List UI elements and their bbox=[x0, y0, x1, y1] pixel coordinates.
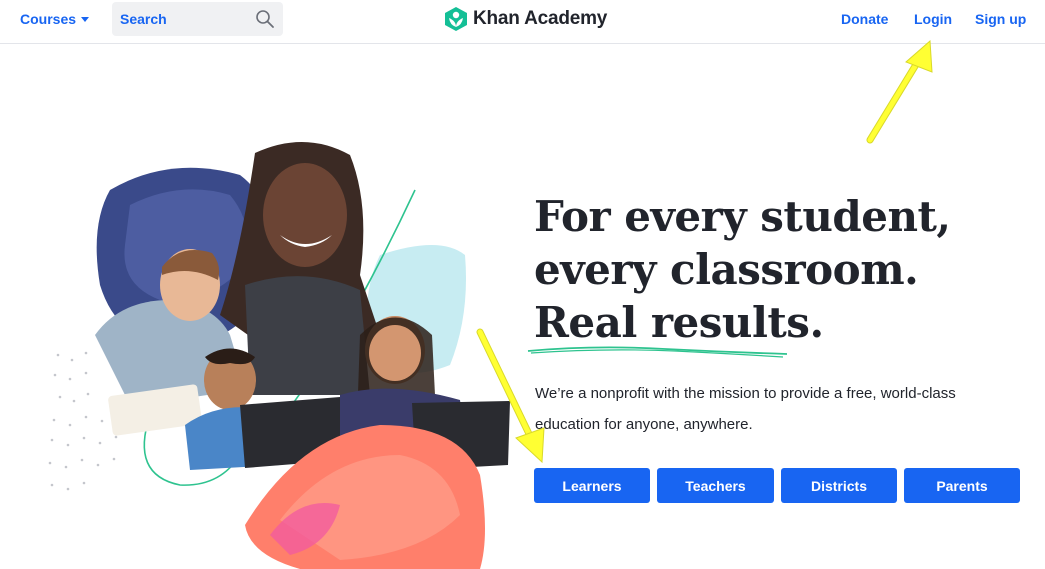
hero-heading-line: For every student, bbox=[534, 192, 951, 241]
hero-subtitle: We’re a nonprofit with the mission to pr… bbox=[535, 385, 956, 433]
brand-name: Khan Academy bbox=[473, 8, 608, 29]
search-input[interactable] bbox=[112, 2, 252, 36]
arrow-annotation-login bbox=[866, 39, 933, 144]
parents-button[interactable]: Parents bbox=[904, 468, 1020, 503]
dot-pattern bbox=[48, 351, 118, 491]
courses-label: Courses bbox=[20, 11, 77, 27]
districts-button[interactable]: Districts bbox=[781, 468, 897, 503]
hero-illustration bbox=[48, 141, 510, 569]
heading-underline-decoration bbox=[527, 346, 788, 358]
chevron-down-icon bbox=[81, 17, 90, 22]
learners-button[interactable]: Learners bbox=[534, 468, 650, 503]
khan-logo-icon bbox=[445, 7, 467, 31]
khan-academy-logo[interactable]: Khan Academy bbox=[444, 6, 607, 32]
teachers-button[interactable]: Teachers bbox=[657, 468, 774, 503]
search-box bbox=[112, 2, 283, 36]
courses-menu-button[interactable]: Courses bbox=[20, 11, 90, 27]
arrow-annotation-learners bbox=[476, 328, 545, 464]
donate-link[interactable]: Donate bbox=[841, 11, 888, 27]
signup-link[interactable]: Sign up bbox=[975, 11, 1026, 27]
search-icon[interactable] bbox=[255, 9, 275, 29]
login-link[interactable]: Login bbox=[914, 11, 952, 27]
hero-heading-line: every classroom. bbox=[534, 245, 919, 294]
hero-heading: For every student, every classroom. Real… bbox=[534, 190, 951, 349]
